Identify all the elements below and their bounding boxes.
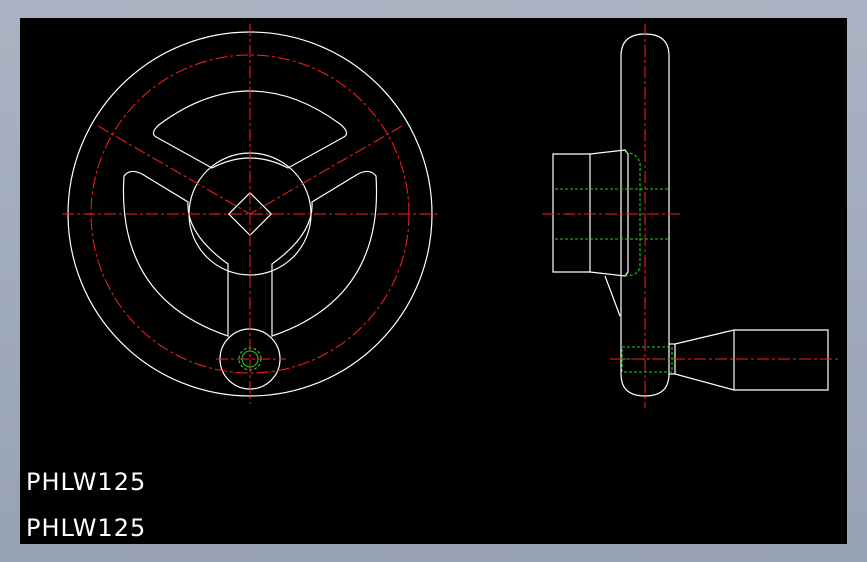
left-opening — [122, 170, 229, 337]
part-label-secondary: PHLW125 — [26, 514, 147, 542]
spoke-axis-left — [97, 125, 251, 215]
handwheel-side-view — [552, 33, 829, 397]
handle-boss — [219, 328, 281, 390]
cad-drawing-canvas: PHLW125 PHLW125 — [20, 18, 847, 544]
cad-drawing — [62, 24, 840, 408]
part-label-primary: PHLW125 — [26, 468, 147, 496]
side-centerlines — [542, 24, 840, 408]
spoke-axis-right — [249, 125, 403, 215]
right-opening — [271, 170, 378, 337]
side-hidden-lines — [555, 151, 673, 373]
spoke-slant — [604, 275, 621, 317]
handle-grip — [674, 329, 829, 391]
